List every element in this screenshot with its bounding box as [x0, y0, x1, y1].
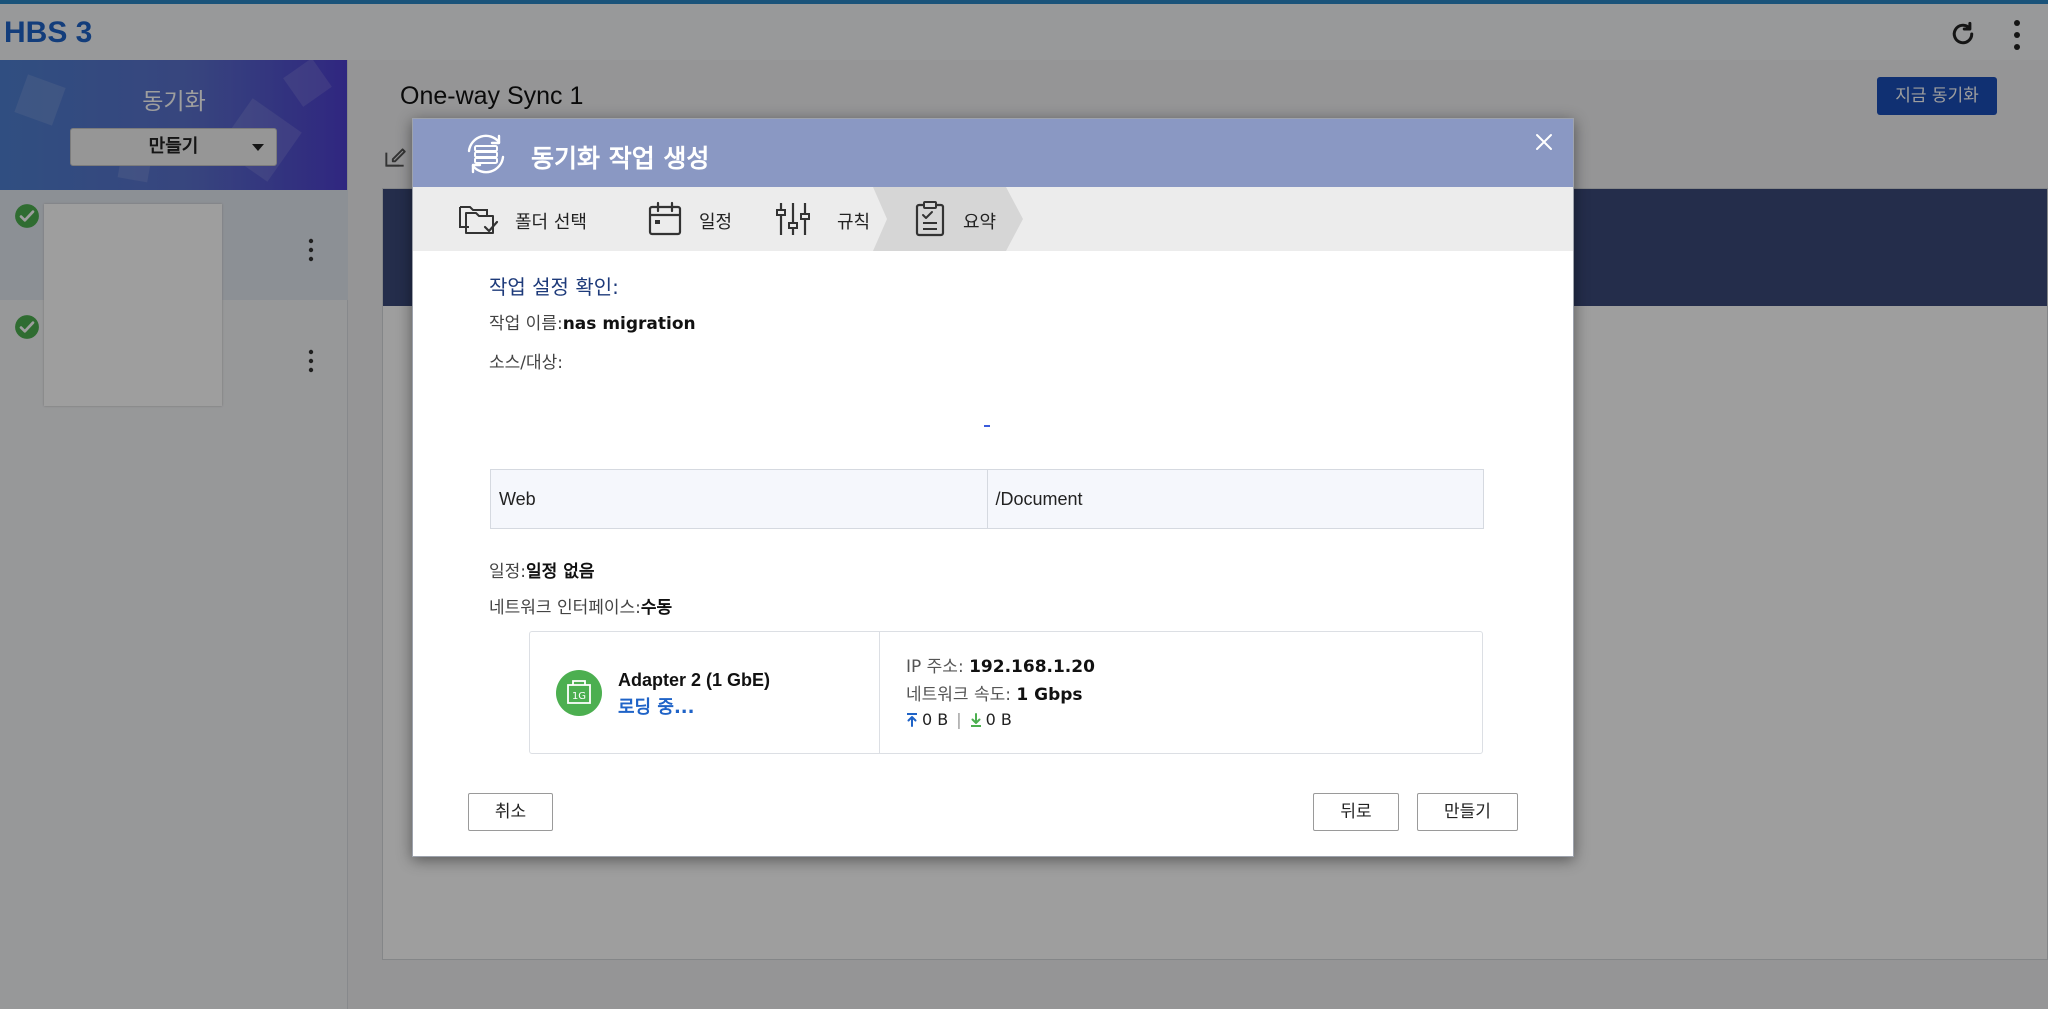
divider-mark [984, 425, 990, 427]
adapter-name: Adapter 2 (1 GbE) [618, 670, 771, 690]
ip-value: 192.168.1.20 [969, 657, 1095, 677]
speed-value: 1 Gbps [1016, 685, 1083, 705]
destination-cell: /Document [986, 470, 1484, 528]
sync-job-icon [467, 134, 505, 174]
src-dst-row: 소스/대상: [489, 348, 563, 373]
upload-arrow-icon [907, 712, 917, 727]
step-label: 일정 [699, 212, 733, 233]
schedule-label: 일정: [489, 562, 527, 582]
create-button[interactable]: 만들기 [1417, 793, 1518, 831]
back-button[interactable]: 뒤로 [1313, 793, 1399, 831]
step-folder-select[interactable]: 폴더 선택 [413, 187, 603, 251]
step-label: 폴더 선택 [515, 212, 587, 233]
clipboard-icon [915, 201, 945, 237]
dialog-header: 동기화 작업 생성 [413, 119, 1573, 187]
adapter-details: IP 주소: 192.168.1.20 네트워크 속도: 1 Gbps 0 B [880, 632, 1482, 753]
adapter-status: 로딩 중... [618, 697, 695, 718]
network-adapter-icon: 1G [556, 670, 602, 716]
download-arrow-icon [970, 712, 981, 727]
folder-select-icon [459, 206, 499, 234]
cancel-button[interactable]: 취소 [468, 793, 553, 831]
job-name-label: 작업 이름: [489, 314, 563, 334]
download-value: 0 B [985, 710, 1012, 729]
source-cell: Web [499, 489, 536, 509]
sliders-icon [776, 203, 810, 235]
step-schedule[interactable]: 일정 [593, 187, 733, 251]
step-label: 규칙 [837, 212, 871, 233]
step-summary[interactable]: 요약 [873, 187, 1023, 251]
network-value: 수동 [640, 598, 673, 618]
calendar-icon [648, 201, 682, 236]
network-label: 네트워크 인터페이스: [489, 598, 641, 618]
schedule-value: 일정 없음 [526, 562, 595, 582]
step-rules[interactable]: 규칙 [733, 187, 873, 251]
job-name-value: nas migration [562, 314, 696, 334]
adapter-card: 1G Adapter 2 (1 GbE) 로딩 중... IP 주소: 192.… [529, 631, 1483, 754]
adapter-info: 1G Adapter 2 (1 GbE) 로딩 중... [530, 632, 880, 753]
speed-row: 네트워크 속도: 1 Gbps [906, 680, 1083, 705]
schedule-row: 일정:일정 없음 [489, 557, 595, 582]
src-dst-label: 소스/대상: [489, 353, 564, 373]
wizard-stepper: 폴더 선택 일정 규칙 요약 [413, 187, 1573, 251]
dialog-title: 동기화 작업 생성 [531, 144, 710, 173]
ip-row: IP 주소: 192.168.1.20 [906, 652, 1095, 677]
ip-label: IP 주소: [906, 657, 964, 677]
create-sync-dialog: 동기화 작업 생성 폴더 선택 일정 규칙 요약 작업 설정 확인: 작업 이름… [412, 118, 1574, 857]
traffic-row: 0 B | 0 B [906, 710, 1012, 729]
adapter-icon-text: 1G [572, 691, 586, 702]
app-window: HBS 3 동기화 만들기 One-way Sync 1 지금 동기화 동기화 … [0, 0, 2048, 1009]
close-icon[interactable] [1535, 133, 1553, 151]
job-name-row: 작업 이름:nas migration [489, 309, 696, 334]
traffic-separator: | [956, 710, 962, 729]
source-destination-table: Web /Document [490, 469, 1484, 529]
speed-label: 네트워크 속도: [906, 685, 1011, 705]
network-row: 네트워크 인터페이스:수동 [489, 593, 672, 618]
upload-value: 0 B [922, 710, 949, 729]
summary-heading: 작업 설정 확인: [489, 275, 619, 299]
step-label: 요약 [963, 212, 997, 233]
